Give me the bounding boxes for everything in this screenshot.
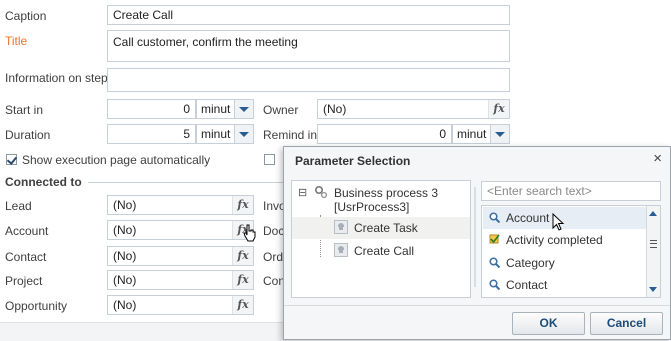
show-page-label: Show execution page automatically: [22, 153, 211, 167]
info-on-step-input[interactable]: [107, 68, 510, 92]
chevron-down-icon[interactable]: [234, 100, 253, 118]
dialog-title: Parameter Selection: [295, 154, 411, 168]
scroll-up-icon[interactable]: [649, 211, 657, 216]
start-in-unit-value: minut: [201, 102, 231, 116]
parameter-list: Account Activity completed Category Cont…: [481, 205, 661, 298]
opportunity-input[interactable]: (No) fx: [107, 295, 254, 315]
arrow-cursor-icon: [552, 213, 565, 231]
duration-input[interactable]: 5: [107, 124, 196, 144]
lead-label: Lead: [5, 199, 32, 213]
connected-to-title: Connected to: [5, 175, 82, 189]
lead-input[interactable]: (No) fx: [107, 195, 254, 215]
list-item-category[interactable]: Category: [483, 252, 659, 274]
caption-input[interactable]: Create Call: [107, 5, 510, 25]
scroll-down-icon[interactable]: [649, 287, 657, 292]
start-in-input[interactable]: 0: [107, 99, 196, 119]
title-input[interactable]: Call customer, confirm the meeting: [107, 30, 510, 62]
duration-unit-select[interactable]: minut: [196, 124, 254, 144]
list-scrollbar[interactable]: [646, 206, 660, 297]
start-in-unit-select[interactable]: minut: [196, 99, 254, 119]
search-input[interactable]: <Enter search text>: [481, 181, 661, 201]
chevron-down-icon[interactable]: [490, 125, 509, 143]
list-item-label: Category: [506, 256, 555, 270]
tree-item-create-call[interactable]: Create Call: [354, 244, 414, 258]
list-item-label: Contact: [506, 278, 548, 292]
chevron-down-icon[interactable]: [234, 125, 253, 143]
project-value: (No): [113, 273, 137, 287]
remind-in-unit-select[interactable]: minut: [452, 124, 510, 144]
contact-label: Contact: [5, 250, 47, 264]
remind-in-unit-value: minut: [457, 127, 487, 141]
show-page-checkbox[interactable]: [6, 154, 17, 165]
close-icon[interactable]: ×: [653, 151, 662, 167]
tree-root-label[interactable]: Business process 3: [334, 186, 438, 200]
hand-cursor-icon: [243, 224, 256, 242]
fx-icon[interactable]: fx: [232, 271, 253, 289]
user-icon: [334, 243, 348, 257]
tree-toggle-icon[interactable]: ⊟: [298, 186, 307, 200]
duration-unit-value: minut: [201, 127, 231, 141]
search-icon: [489, 212, 500, 223]
info-on-step-label: Information on step: [5, 71, 108, 85]
account-input[interactable]: (No) fx: [107, 220, 254, 240]
project-label: Project: [5, 274, 43, 288]
duration-label: Duration: [5, 128, 51, 142]
second-checkbox[interactable]: [264, 154, 275, 165]
lead-value: (No): [113, 198, 137, 212]
list-item-account[interactable]: Account: [483, 207, 659, 229]
remind-in-label: Remind in: [263, 128, 318, 142]
owner-value: (No): [323, 102, 347, 116]
form-footer: [0, 322, 283, 341]
fx-icon[interactable]: fx: [488, 100, 509, 118]
search-icon: [489, 257, 500, 268]
owner-label: Owner: [263, 103, 299, 117]
fx-icon[interactable]: fx: [232, 296, 253, 314]
cancel-button[interactable]: Cancel: [590, 312, 663, 335]
account-label: Account: [5, 224, 49, 238]
contact-value: (No): [113, 249, 137, 263]
tree-root-sublabel: [UsrProcess3]: [334, 200, 410, 214]
remind-in-input[interactable]: 0: [317, 124, 452, 144]
pane-splitter[interactable]: [472, 187, 478, 287]
list-item-activity-completed[interactable]: Activity completed: [483, 229, 659, 251]
fx-icon[interactable]: fx: [232, 196, 253, 214]
user-icon: [334, 220, 348, 234]
title-label: Title: [5, 34, 28, 48]
search-icon: [489, 279, 500, 290]
dialog-footer-divider: [284, 305, 670, 306]
checkmark-icon: [489, 234, 500, 244]
fx-icon[interactable]: fx: [232, 247, 253, 265]
caption-label: Caption: [5, 9, 47, 23]
scroll-grip-icon[interactable]: [650, 240, 657, 248]
parameter-selection-dialog: Parameter Selection × ⊟ Business process…: [283, 146, 671, 340]
tree-item-create-task[interactable]: Create Task: [354, 221, 418, 235]
section-divider: [88, 182, 283, 183]
project-input[interactable]: (No) fx: [107, 270, 254, 290]
account-value: (No): [113, 223, 137, 237]
owner-input[interactable]: (No) fx: [317, 99, 510, 119]
contact-input[interactable]: (No) fx: [107, 246, 254, 266]
ok-button[interactable]: OK: [512, 312, 585, 335]
process-tree: ⊟ Business process 3 [UsrProcess3] Creat…: [291, 180, 471, 298]
start-in-label: Start in: [5, 103, 44, 117]
list-item-contact[interactable]: Contact: [483, 274, 659, 296]
opportunity-value: (No): [113, 298, 137, 312]
list-item-label: Account: [506, 211, 550, 225]
opportunity-label: Opportunity: [5, 299, 68, 313]
gear-icon: [314, 185, 328, 199]
